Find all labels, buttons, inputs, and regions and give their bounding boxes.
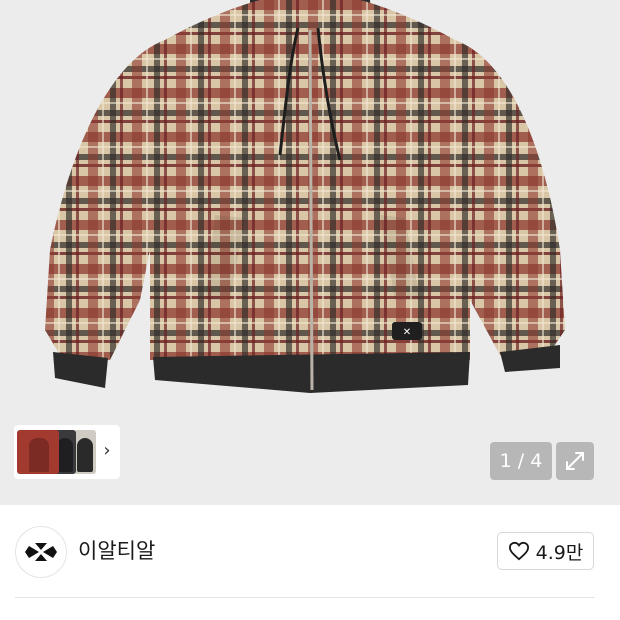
like-button[interactable]: 4.9만 <box>497 532 594 570</box>
thumbnail-1[interactable] <box>17 430 59 474</box>
divider <box>15 597 595 598</box>
brand-logo-icon <box>25 543 57 561</box>
like-count: 4.9만 <box>535 541 584 564</box>
thumbnail-3[interactable] <box>74 430 96 474</box>
heart-icon <box>508 541 529 561</box>
brand-row[interactable]: 이알티알 4.9만 <box>0 505 620 598</box>
svg-text:✕: ✕ <box>403 327 411 338</box>
brand-logo[interactable] <box>15 526 67 578</box>
image-page-counter: 1 / 4 <box>490 442 552 480</box>
thumbnail-strip[interactable]: › <box>14 425 120 479</box>
chevron-right-icon[interactable]: › <box>100 439 114 463</box>
expand-icon <box>566 452 584 470</box>
expand-button[interactable] <box>556 442 594 480</box>
product-image-area[interactable]: ✕ › 1 / 4 <box>0 0 620 505</box>
brand-name[interactable]: 이알티알 <box>78 535 155 565</box>
